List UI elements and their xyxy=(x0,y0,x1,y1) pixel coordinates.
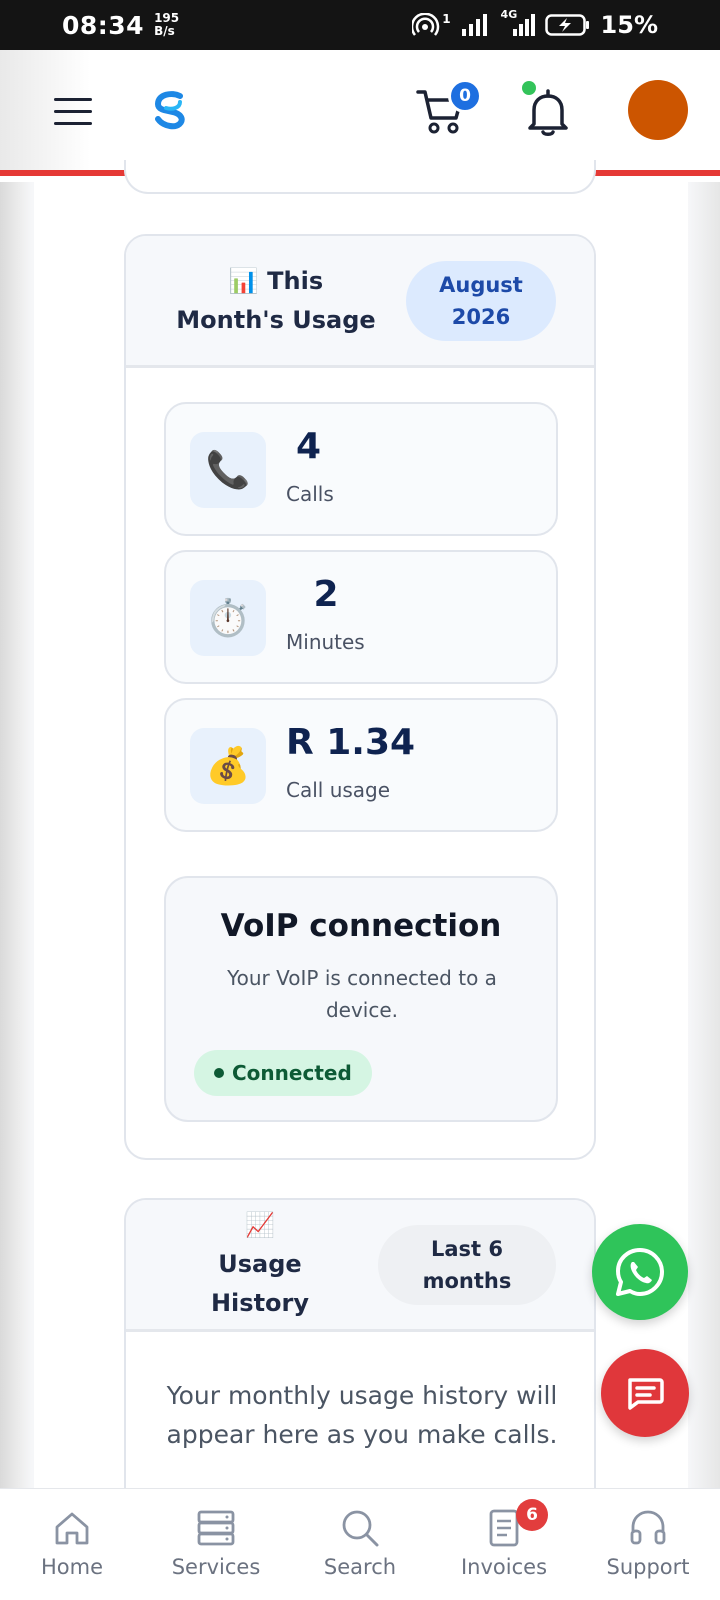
bell-icon xyxy=(528,89,568,136)
network-type: 4G xyxy=(500,8,518,21)
network-speed: 195 B/s xyxy=(154,12,179,38)
monthly-usage-card: 📊 This Month's Usage August 2026 📞 4 Cal… xyxy=(124,234,596,1160)
status-dot-icon xyxy=(214,1068,224,1078)
usage-history-card: 📈 Usage History Last 6 months Your month… xyxy=(124,1198,596,1498)
stat-minutes: ⏱️ 2 Minutes xyxy=(164,550,558,684)
status-badge: Connected xyxy=(194,1050,372,1096)
chat-button[interactable] xyxy=(601,1349,689,1437)
usage-title-text: This Month's Usage xyxy=(176,266,376,334)
stat-calls-label: Calls xyxy=(286,482,334,506)
history-card-header: 📈 Usage History Last 6 months xyxy=(126,1200,594,1332)
menu-bar-bottom xyxy=(54,122,92,125)
stat-calls-value: 4 xyxy=(296,426,322,467)
status-badge-label: Connected xyxy=(232,1061,352,1085)
app-header xyxy=(0,50,720,176)
stopwatch-icon: ⏱️ xyxy=(190,580,266,656)
money-bag-icon: 💰 xyxy=(190,728,266,804)
home-icon xyxy=(55,1512,89,1545)
history-empty-message: Your monthly usage history will appear h… xyxy=(166,1381,558,1449)
usage-card-title: 📊 This Month's Usage xyxy=(176,262,376,340)
history-card-title: 📈 Usage History xyxy=(200,1206,320,1323)
nav-invoices[interactable]: 6 Invoices xyxy=(432,1489,576,1600)
stat-minutes-label: Minutes xyxy=(286,630,365,654)
usage-card-header: 📊 This Month's Usage August 2026 xyxy=(126,236,594,368)
nav-support[interactable]: Support xyxy=(576,1489,720,1600)
phone-icon: 📞 xyxy=(190,432,266,508)
server-icon xyxy=(197,1510,235,1546)
invoices-count-badge: 6 xyxy=(516,1499,548,1531)
battery-icon xyxy=(544,13,591,37)
nav-support-label: Support xyxy=(606,1555,690,1579)
bottom-navigation: Home Services Search 6 Invoices Support xyxy=(0,1488,720,1600)
nav-invoices-label: Invoices xyxy=(460,1555,548,1579)
whatsapp-icon xyxy=(616,1248,664,1296)
nav-search[interactable]: Search xyxy=(288,1489,432,1600)
menu-bar-middle xyxy=(54,110,92,113)
stat-call-usage: 💰 R 1.34 Call usage xyxy=(164,698,558,832)
signal-icon xyxy=(461,14,489,36)
search-icon xyxy=(342,1510,379,1547)
notification-dot xyxy=(522,81,536,95)
stat-call-usage-label: Call usage xyxy=(286,778,391,802)
stat-minutes-value: 2 xyxy=(313,574,339,615)
hotspot-count: 1 xyxy=(442,12,451,26)
status-bar: 08:34 195 B/s 1 4G 15% xyxy=(0,0,720,50)
nav-home[interactable]: Home xyxy=(0,1489,144,1600)
signal-4g-icon: 4G xyxy=(499,8,535,36)
nav-services-label: Services xyxy=(171,1555,261,1579)
menu-bar-top xyxy=(54,98,92,101)
voip-description: Your VoIP is connected to a device. xyxy=(227,966,497,1022)
previous-card xyxy=(124,160,596,194)
battery-percent: 15% xyxy=(600,11,658,39)
usage-period-badge: August 2026 xyxy=(406,260,556,341)
chart-icon: 📊 xyxy=(228,266,259,295)
nav-home-label: Home xyxy=(40,1555,103,1579)
nav-search-label: Search xyxy=(323,1555,397,1579)
headset-icon xyxy=(630,1510,666,1545)
voip-title: VoIP connection xyxy=(220,908,502,944)
brand-logo[interactable] xyxy=(150,88,194,132)
menu-button[interactable] xyxy=(54,98,92,126)
history-title-text: Usage History xyxy=(210,1250,310,1317)
notifications-button[interactable] xyxy=(526,88,570,138)
whatsapp-button[interactable] xyxy=(592,1224,688,1320)
voip-connection-panel: VoIP connection Your VoIP is connected t… xyxy=(164,876,558,1122)
network-speed-unit: B/s xyxy=(154,24,175,38)
stat-calls: 📞 4 Calls xyxy=(164,402,558,536)
cart-count-badge: 0 xyxy=(448,79,482,113)
stat-call-usage-value: R 1.34 xyxy=(286,722,416,763)
chat-icon xyxy=(628,1378,664,1410)
trend-chart-icon: 📈 xyxy=(245,1211,275,1239)
user-avatar[interactable] xyxy=(628,80,688,140)
status-time: 08:34 xyxy=(62,10,145,40)
nav-services[interactable]: Services xyxy=(144,1489,288,1600)
history-range-badge: Last 6 months xyxy=(378,1224,556,1305)
hotspot-icon: 1 xyxy=(412,12,451,37)
